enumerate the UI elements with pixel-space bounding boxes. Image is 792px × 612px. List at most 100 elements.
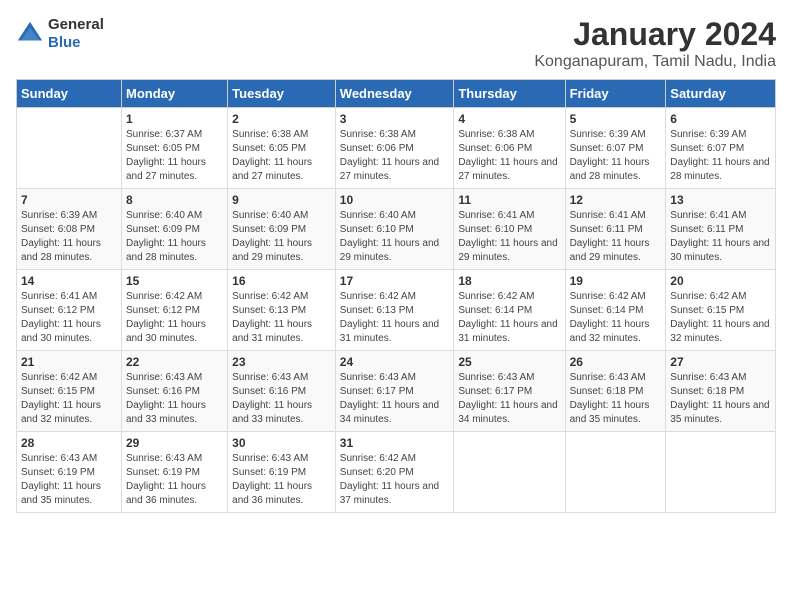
- sunset: Sunset: 6:06 PM: [340, 142, 450, 156]
- calendar-cell: 29 Sunrise: 6:43 AM Sunset: 6:19 PM Dayl…: [122, 432, 228, 513]
- calendar-cell: 9 Sunrise: 6:40 AM Sunset: 6:09 PM Dayli…: [228, 189, 336, 270]
- day-number: 13: [670, 193, 771, 207]
- daylight: Daylight: 11 hours and 36 minutes.: [126, 480, 223, 508]
- day-number: 3: [340, 112, 450, 126]
- calendar-cell: 26 Sunrise: 6:43 AM Sunset: 6:18 PM Dayl…: [565, 351, 666, 432]
- day-info: Sunrise: 6:38 AM Sunset: 6:06 PM Dayligh…: [458, 128, 560, 184]
- calendar-cell: 23 Sunrise: 6:43 AM Sunset: 6:16 PM Dayl…: [228, 351, 336, 432]
- day-info: Sunrise: 6:38 AM Sunset: 6:05 PM Dayligh…: [232, 128, 331, 184]
- day-info: Sunrise: 6:40 AM Sunset: 6:10 PM Dayligh…: [340, 209, 450, 265]
- sunset: Sunset: 6:11 PM: [670, 223, 771, 237]
- daylight: Daylight: 11 hours and 33 minutes.: [126, 399, 223, 427]
- sunrise: Sunrise: 6:40 AM: [126, 209, 223, 223]
- daylight: Daylight: 11 hours and 36 minutes.: [232, 480, 331, 508]
- calendar-cell: 8 Sunrise: 6:40 AM Sunset: 6:09 PM Dayli…: [122, 189, 228, 270]
- col-sunday: Sunday: [17, 80, 122, 108]
- sunrise: Sunrise: 6:39 AM: [670, 128, 771, 142]
- day-number: 25: [458, 355, 560, 369]
- daylight: Daylight: 11 hours and 30 minutes.: [670, 237, 771, 265]
- sunset: Sunset: 6:12 PM: [21, 304, 117, 318]
- day-number: 12: [570, 193, 662, 207]
- day-number: 27: [670, 355, 771, 369]
- day-number: 6: [670, 112, 771, 126]
- daylight: Daylight: 11 hours and 35 minutes.: [570, 399, 662, 427]
- calendar-cell: 13 Sunrise: 6:41 AM Sunset: 6:11 PM Dayl…: [666, 189, 776, 270]
- sunset: Sunset: 6:17 PM: [458, 385, 560, 399]
- col-monday: Monday: [122, 80, 228, 108]
- day-number: 10: [340, 193, 450, 207]
- sunrise: Sunrise: 6:43 AM: [670, 371, 771, 385]
- calendar-cell: 16 Sunrise: 6:42 AM Sunset: 6:13 PM Dayl…: [228, 270, 336, 351]
- calendar-cell: [565, 432, 666, 513]
- daylight: Daylight: 11 hours and 28 minutes.: [670, 156, 771, 184]
- title-area: January 2024 Konganapuram, Tamil Nadu, I…: [534, 16, 776, 71]
- day-number: 21: [21, 355, 117, 369]
- calendar-week-2: 14 Sunrise: 6:41 AM Sunset: 6:12 PM Dayl…: [17, 270, 776, 351]
- day-info: Sunrise: 6:38 AM Sunset: 6:06 PM Dayligh…: [340, 128, 450, 184]
- day-info: Sunrise: 6:42 AM Sunset: 6:15 PM Dayligh…: [21, 371, 117, 427]
- main-title: January 2024: [534, 16, 776, 53]
- daylight: Daylight: 11 hours and 28 minutes.: [21, 237, 117, 265]
- logo-text-general: General: [48, 16, 104, 33]
- col-friday: Friday: [565, 80, 666, 108]
- col-thursday: Thursday: [454, 80, 565, 108]
- day-number: 9: [232, 193, 331, 207]
- calendar-cell: 18 Sunrise: 6:42 AM Sunset: 6:14 PM Dayl…: [454, 270, 565, 351]
- sunset: Sunset: 6:10 PM: [340, 223, 450, 237]
- sunrise: Sunrise: 6:42 AM: [21, 371, 117, 385]
- day-number: 11: [458, 193, 560, 207]
- col-wednesday: Wednesday: [335, 80, 454, 108]
- daylight: Daylight: 11 hours and 29 minutes.: [458, 237, 560, 265]
- sunrise: Sunrise: 6:42 AM: [340, 452, 450, 466]
- daylight: Daylight: 11 hours and 32 minutes.: [670, 318, 771, 346]
- day-number: 17: [340, 274, 450, 288]
- day-info: Sunrise: 6:43 AM Sunset: 6:19 PM Dayligh…: [126, 452, 223, 508]
- daylight: Daylight: 11 hours and 35 minutes.: [670, 399, 771, 427]
- day-number: 16: [232, 274, 331, 288]
- calendar-cell: 10 Sunrise: 6:40 AM Sunset: 6:10 PM Dayl…: [335, 189, 454, 270]
- day-info: Sunrise: 6:43 AM Sunset: 6:18 PM Dayligh…: [670, 371, 771, 427]
- calendar-cell: 12 Sunrise: 6:41 AM Sunset: 6:11 PM Dayl…: [565, 189, 666, 270]
- day-info: Sunrise: 6:42 AM Sunset: 6:14 PM Dayligh…: [458, 290, 560, 346]
- sunrise: Sunrise: 6:43 AM: [232, 371, 331, 385]
- sunrise: Sunrise: 6:41 AM: [570, 209, 662, 223]
- sunrise: Sunrise: 6:37 AM: [126, 128, 223, 142]
- sunset: Sunset: 6:09 PM: [232, 223, 331, 237]
- day-number: 28: [21, 436, 117, 450]
- calendar-week-1: 7 Sunrise: 6:39 AM Sunset: 6:08 PM Dayli…: [17, 189, 776, 270]
- calendar-cell: 24 Sunrise: 6:43 AM Sunset: 6:17 PM Dayl…: [335, 351, 454, 432]
- sunrise: Sunrise: 6:41 AM: [670, 209, 771, 223]
- sunrise: Sunrise: 6:42 AM: [340, 290, 450, 304]
- sunset: Sunset: 6:15 PM: [670, 304, 771, 318]
- sunset: Sunset: 6:13 PM: [232, 304, 331, 318]
- sunset: Sunset: 6:20 PM: [340, 466, 450, 480]
- calendar-cell: 5 Sunrise: 6:39 AM Sunset: 6:07 PM Dayli…: [565, 108, 666, 189]
- sunset: Sunset: 6:19 PM: [21, 466, 117, 480]
- daylight: Daylight: 11 hours and 31 minutes.: [340, 318, 450, 346]
- day-info: Sunrise: 6:43 AM Sunset: 6:17 PM Dayligh…: [458, 371, 560, 427]
- sunrise: Sunrise: 6:42 AM: [670, 290, 771, 304]
- daylight: Daylight: 11 hours and 33 minutes.: [232, 399, 331, 427]
- calendar-cell: 6 Sunrise: 6:39 AM Sunset: 6:07 PM Dayli…: [666, 108, 776, 189]
- sunset: Sunset: 6:10 PM: [458, 223, 560, 237]
- page-container: General Blue January 2024 Konganapuram, …: [16, 16, 776, 513]
- sunset: Sunset: 6:16 PM: [126, 385, 223, 399]
- sunset: Sunset: 6:14 PM: [458, 304, 560, 318]
- day-info: Sunrise: 6:37 AM Sunset: 6:05 PM Dayligh…: [126, 128, 223, 184]
- day-number: 7: [21, 193, 117, 207]
- calendar-cell: 14 Sunrise: 6:41 AM Sunset: 6:12 PM Dayl…: [17, 270, 122, 351]
- sunrise: Sunrise: 6:41 AM: [458, 209, 560, 223]
- day-number: 4: [458, 112, 560, 126]
- day-info: Sunrise: 6:41 AM Sunset: 6:11 PM Dayligh…: [670, 209, 771, 265]
- sunset: Sunset: 6:17 PM: [340, 385, 450, 399]
- sunrise: Sunrise: 6:38 AM: [340, 128, 450, 142]
- sunrise: Sunrise: 6:39 AM: [570, 128, 662, 142]
- day-number: 14: [21, 274, 117, 288]
- daylight: Daylight: 11 hours and 28 minutes.: [570, 156, 662, 184]
- day-number: 24: [340, 355, 450, 369]
- sunset: Sunset: 6:11 PM: [570, 223, 662, 237]
- day-info: Sunrise: 6:39 AM Sunset: 6:07 PM Dayligh…: [670, 128, 771, 184]
- daylight: Daylight: 11 hours and 28 minutes.: [126, 237, 223, 265]
- col-saturday: Saturday: [666, 80, 776, 108]
- daylight: Daylight: 11 hours and 37 minutes.: [340, 480, 450, 508]
